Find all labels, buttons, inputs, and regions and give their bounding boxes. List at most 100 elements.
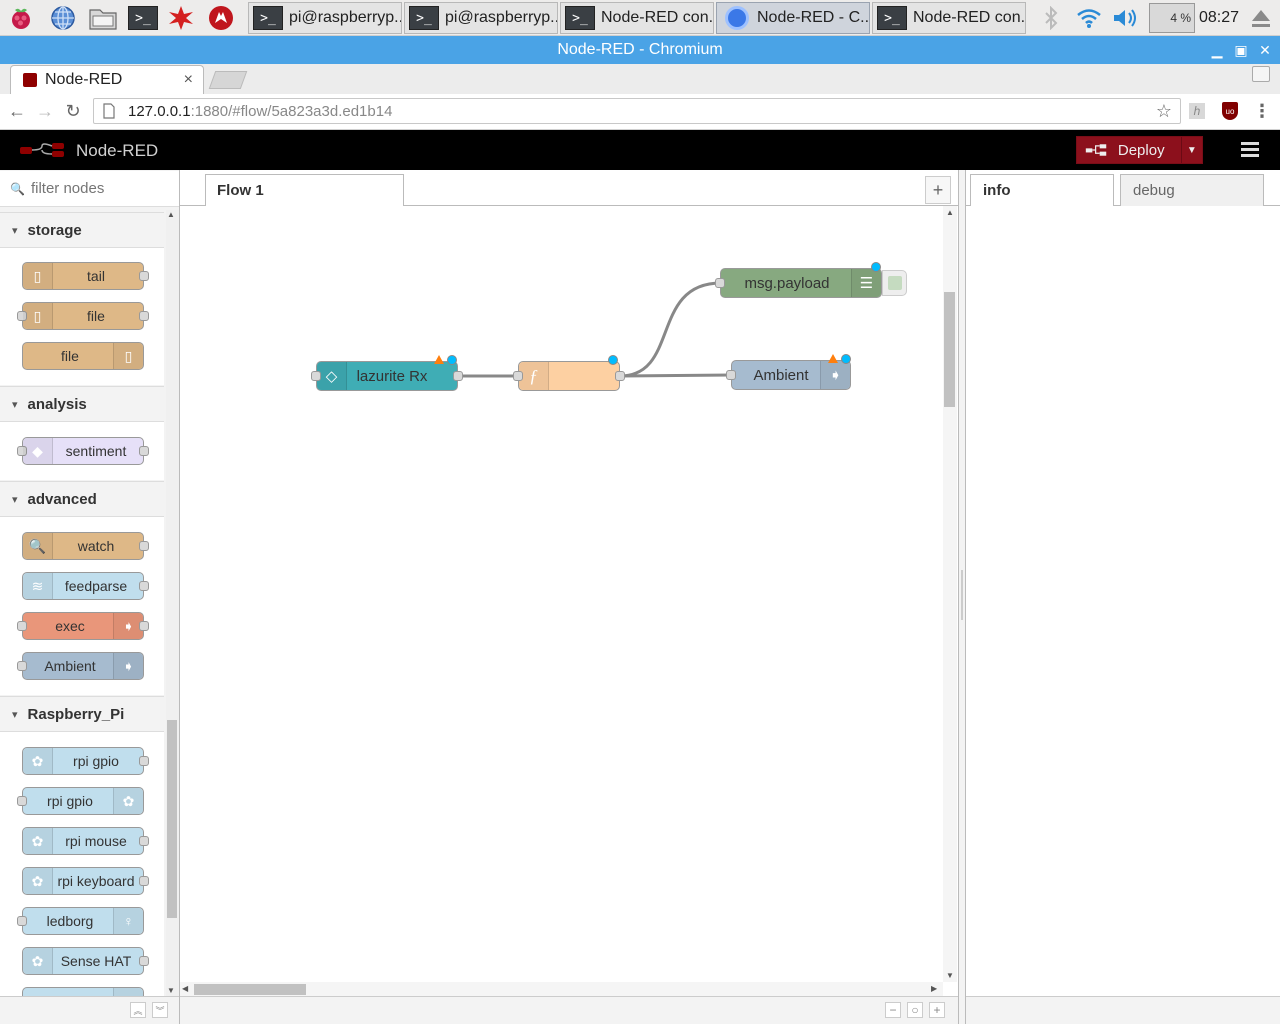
tab-debug[interactable]: debug (1120, 174, 1264, 207)
browser-tab[interactable]: Node-RED × (10, 65, 204, 94)
palette-node-file-out[interactable]: ▯ file (17, 302, 149, 330)
debug-toggle-button[interactable] (882, 270, 907, 296)
file-manager-icon[interactable] (88, 3, 118, 33)
profile-icon[interactable] (1252, 66, 1270, 82)
zoom-reset-button[interactable]: ○ (907, 1002, 923, 1018)
cpu-monitor[interactable]: 4 % (1149, 3, 1195, 33)
scroll-right-icon[interactable]: ▶ (931, 984, 937, 993)
wolfram-icon[interactable] (206, 3, 236, 33)
taskbar-window-5[interactable]: >_ Node-RED con... (872, 2, 1026, 34)
maximize-icon[interactable]: ▣ (1230, 36, 1252, 64)
palette-scroll-thumb[interactable] (167, 720, 177, 918)
input-port[interactable] (513, 371, 523, 381)
back-icon[interactable]: ← (3, 97, 31, 125)
taskbar-window-4[interactable]: Node-RED - C... (716, 2, 870, 34)
ublock-icon[interactable]: uo (1222, 102, 1238, 120)
deploy-button[interactable]: Deploy ▼ (1076, 136, 1203, 164)
palette-node-rpi-gpio-in[interactable]: ✿ rpi gpio (22, 747, 149, 775)
zoom-in-button[interactable]: + (929, 1002, 945, 1018)
category-title: analysis (27, 395, 87, 413)
output-port[interactable] (453, 371, 463, 381)
wires (458, 281, 733, 378)
filter-nodes-input[interactable] (30, 180, 171, 197)
palette-node-ledborg[interactable]: ledborg ♀ (17, 907, 144, 935)
gem-icon: ◇ (317, 362, 347, 390)
deploy-dropdown-icon[interactable]: ▼ (1180, 137, 1202, 163)
address-bar[interactable]: 127.0.0.1:1880/#flow/5a823a3d.ed1b14 (93, 98, 1181, 124)
zoom-out-icon: − (889, 1003, 897, 1017)
flow-node-lazurite-rx[interactable]: ◇ lazurite Rx (311, 355, 463, 391)
web-browser-icon[interactable] (48, 3, 78, 33)
palette-node-sense-hat[interactable]: ✿ Sense HAT (22, 947, 149, 975)
scroll-up-icon[interactable]: ▲ (946, 208, 954, 217)
minimize-icon[interactable]: ▁ (1206, 36, 1228, 64)
forward-icon[interactable]: → (31, 97, 59, 125)
volume-icon[interactable] (1111, 3, 1141, 33)
flow-node-function[interactable]: ƒ (513, 355, 625, 391)
taskbar-window-label: Node-RED con... (913, 9, 1026, 26)
palette-node-rpi-keyboard[interactable]: ✿ rpi keyboard (22, 867, 149, 895)
close-icon[interactable]: ✕ (1254, 36, 1276, 64)
input-port[interactable] (311, 371, 321, 381)
expand-all-icon[interactable]: ︾ (152, 1002, 168, 1018)
input-port[interactable] (715, 278, 725, 288)
math-kernel-icon[interactable] (166, 3, 196, 33)
taskbar-window-label: pi@raspberryp... (445, 9, 558, 26)
palette-node-watch[interactable]: 🔍 watch (22, 532, 149, 560)
browser-menu-icon[interactable]: ⋮ (1248, 97, 1276, 125)
flow-canvas[interactable]: ◇ lazurite Rx ƒ msg.payload ☰ Ambient ➧ (180, 206, 943, 982)
palette-node-ambient[interactable]: Ambient ➧ (17, 652, 144, 680)
flow-node-ambient[interactable]: Ambient ➧ (726, 354, 851, 390)
collapse-all-icon[interactable]: ︽ (130, 1002, 146, 1018)
palette-node-file-in[interactable]: file ▯ (22, 342, 144, 370)
extension-h-icon[interactable]: h (1189, 103, 1205, 119)
node-label: exec (55, 618, 85, 634)
taskbar-window-2[interactable]: >_ pi@raspberryp... (404, 2, 558, 34)
input-port[interactable] (726, 370, 736, 380)
clock[interactable]: 08:27 (1199, 9, 1239, 27)
taskbar-window-3[interactable]: >_ Node-RED con... (560, 2, 714, 34)
canvas-vertical-thumb[interactable] (944, 292, 955, 407)
raspberry-menu-icon[interactable] (6, 3, 36, 33)
terminal-icon[interactable]: >_ (128, 3, 158, 33)
palette-node-sentiment[interactable]: ◆ sentiment (17, 437, 149, 465)
scroll-left-icon[interactable]: ◀ (182, 984, 188, 993)
category-body: 🔍 watch ≋ feedparse exec ➧ Ambient ➧ (0, 517, 164, 695)
palette-node-feedparse[interactable]: ≋ feedparse (22, 572, 149, 600)
reload-icon[interactable]: ↻ (59, 97, 87, 125)
output-port (139, 956, 149, 966)
close-tab-icon[interactable]: × (184, 71, 193, 89)
palette-category-storage[interactable]: ▾ storage (0, 212, 164, 248)
page-icon (103, 103, 115, 119)
main-menu-icon[interactable] (1241, 142, 1259, 158)
flow-node-debug[interactable]: msg.payload ☰ (715, 262, 882, 298)
output-port[interactable] (615, 371, 625, 381)
palette-filter[interactable]: 🔍 (0, 171, 179, 207)
zoom-out-button[interactable]: − (885, 1002, 901, 1018)
node-label: tail (87, 268, 105, 284)
scroll-up-icon[interactable]: ▲ (167, 210, 175, 219)
palette-category-analysis[interactable]: ▾ analysis (0, 386, 164, 422)
wifi-icon[interactable] (1074, 3, 1104, 33)
palette-node-partial[interactable]: ✿ (22, 987, 144, 996)
palette-category-advanced[interactable]: ▾ advanced (0, 481, 164, 517)
tab-flow-1[interactable]: Flow 1 (205, 174, 404, 207)
bluetooth-icon[interactable] (1036, 3, 1066, 33)
canvas-horizontal-thumb[interactable] (194, 984, 306, 995)
new-tab-button[interactable] (208, 71, 248, 89)
palette-node-tail[interactable]: ▯ tail (22, 262, 149, 290)
taskbar-window-1[interactable]: >_ pi@raspberryp... (248, 2, 402, 34)
zoom-in-icon: + (933, 1003, 941, 1017)
palette-category-raspberry-pi[interactable]: ▾ Raspberry_Pi (0, 696, 164, 732)
palette-node-rpi-gpio-out[interactable]: rpi gpio ✿ (17, 787, 144, 815)
palette-node-rpi-mouse[interactable]: ✿ rpi mouse (22, 827, 149, 855)
tab-info[interactable]: info (970, 174, 1114, 207)
scroll-down-icon[interactable]: ▼ (946, 971, 954, 980)
add-flow-button[interactable]: + (925, 176, 951, 204)
chevron-down-icon: ▾ (12, 708, 18, 721)
scroll-down-icon[interactable]: ▼ (167, 986, 175, 995)
node-red-favicon-icon (23, 73, 37, 87)
sidebar-separator[interactable] (958, 170, 966, 1024)
eject-icon[interactable] (1246, 3, 1276, 33)
palette-node-exec[interactable]: exec ➧ (17, 612, 149, 640)
